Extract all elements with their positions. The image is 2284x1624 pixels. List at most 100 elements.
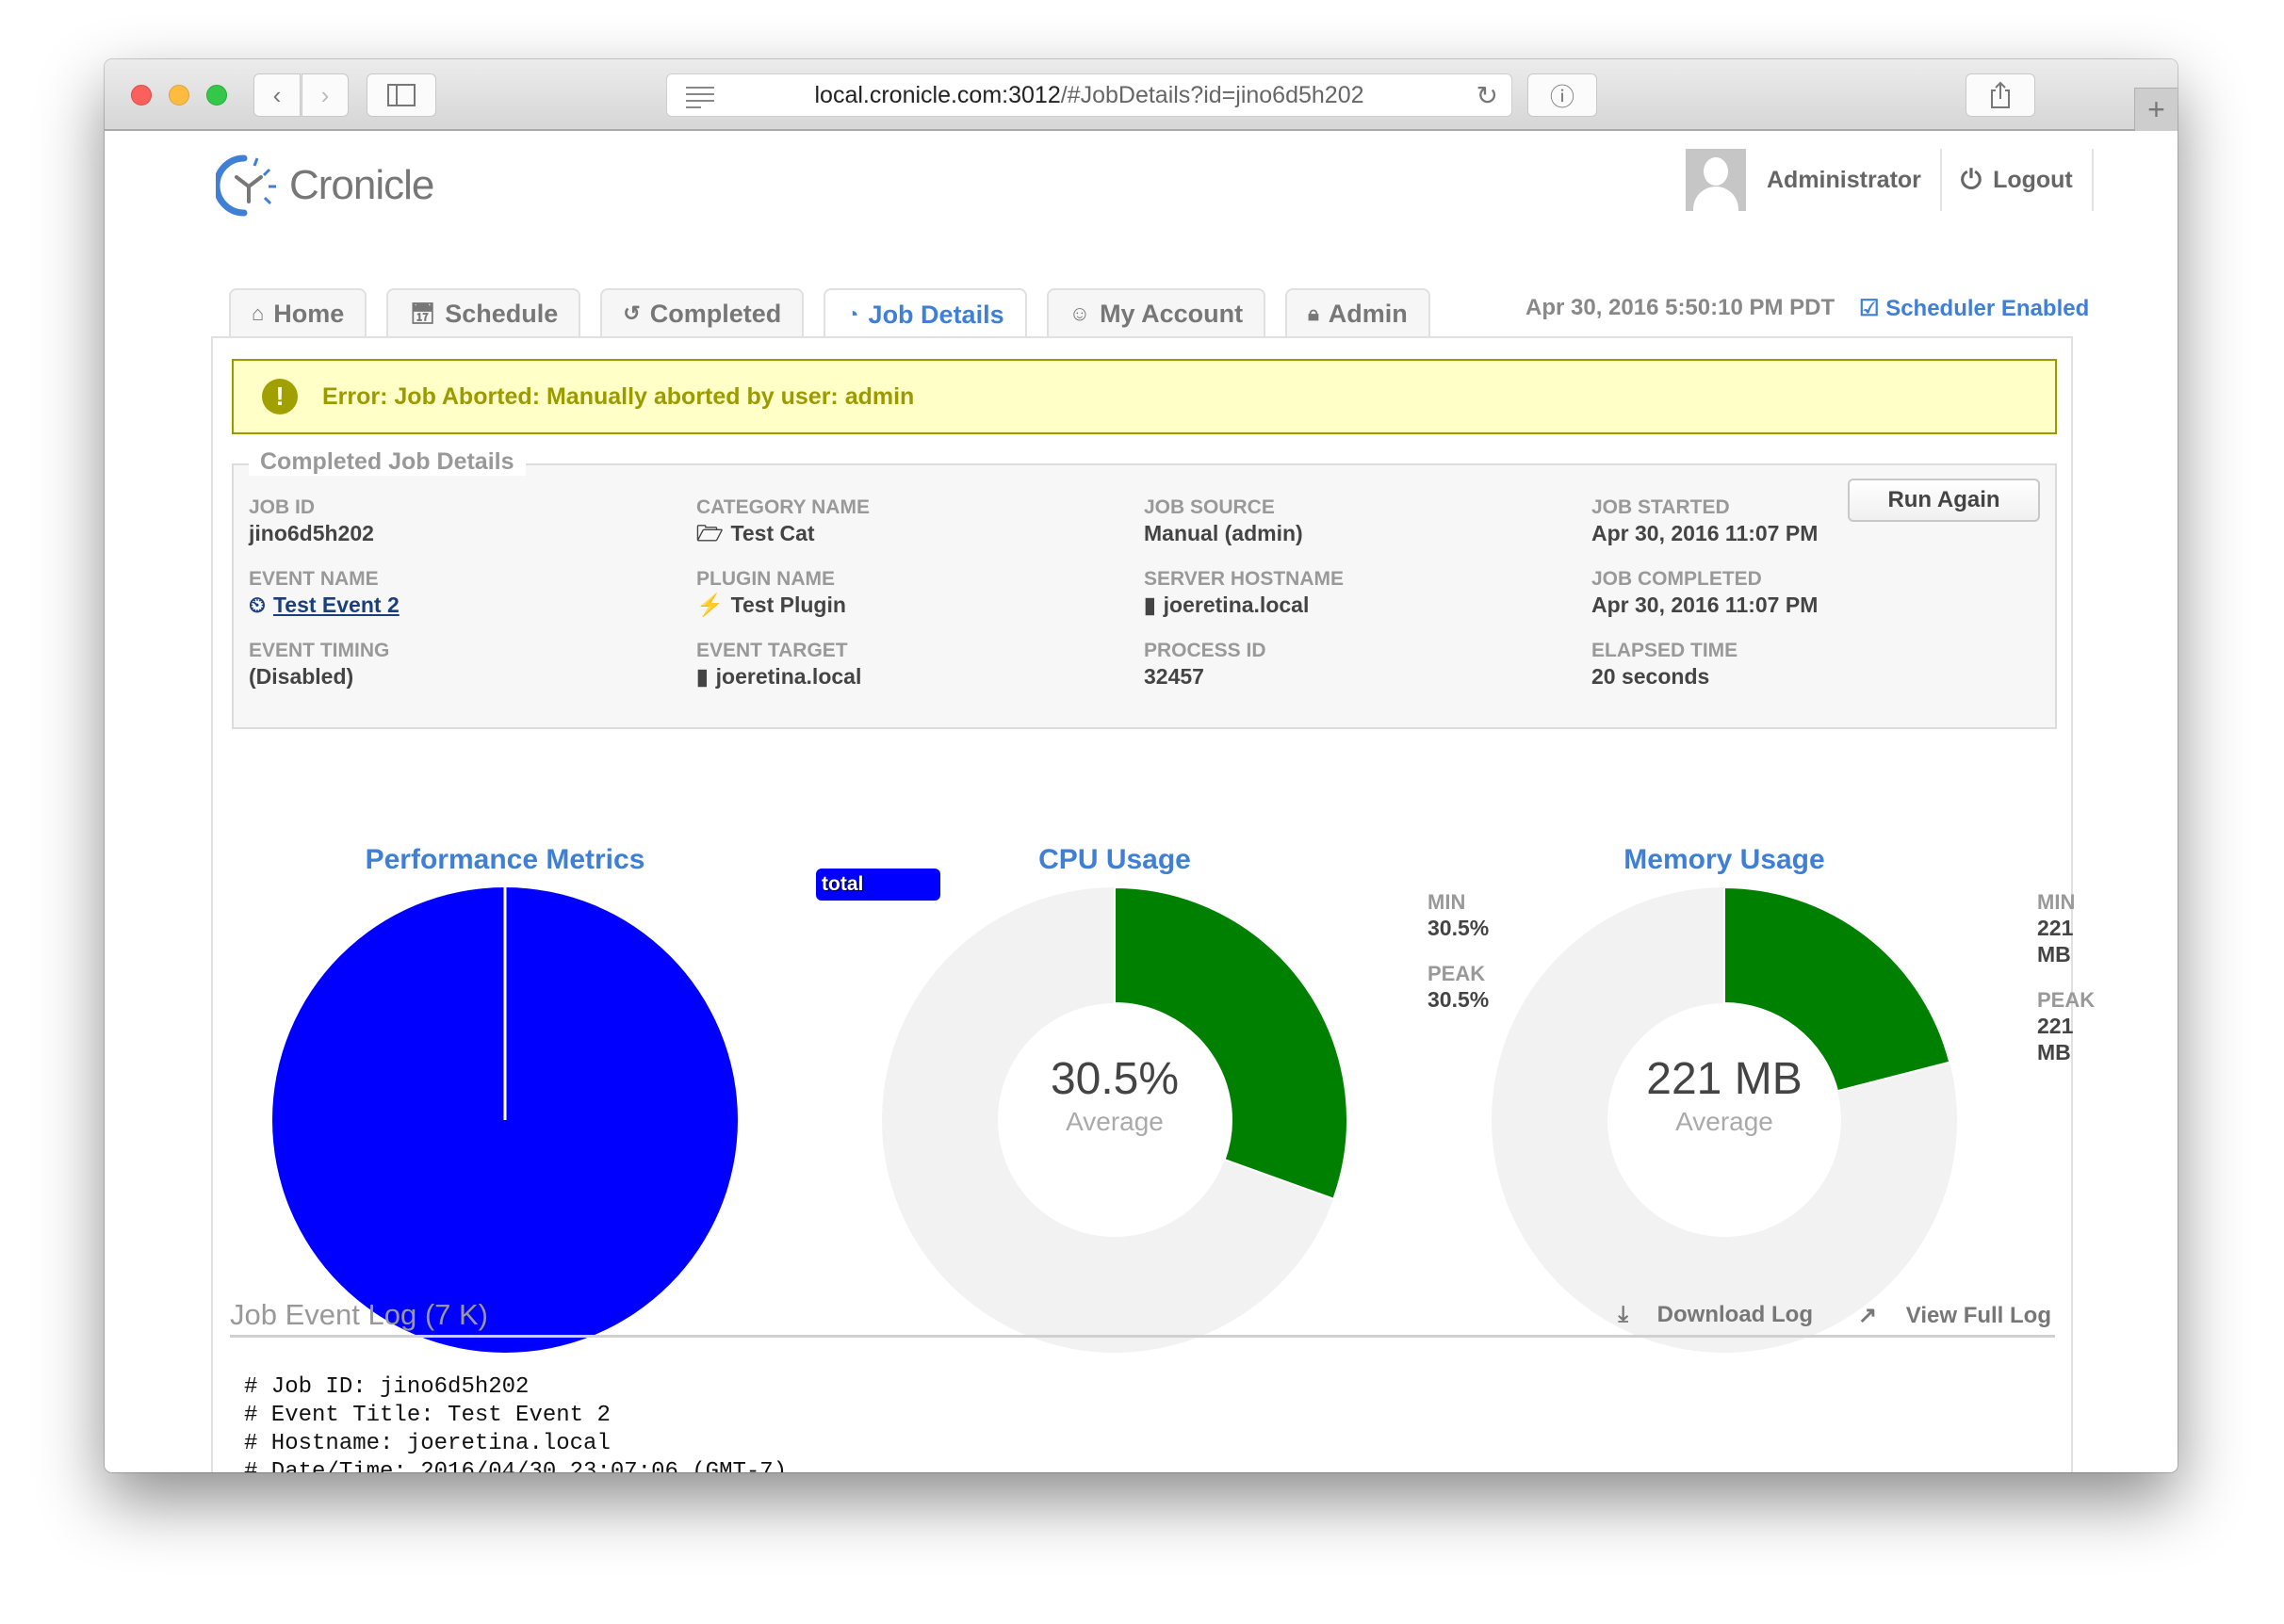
completed-job-details: Completed Job Details Job ID jino6d5h202 E… xyxy=(232,448,2057,729)
calendar-icon: 📅︎ xyxy=(409,301,436,325)
download-icon: ⤓ xyxy=(1618,1302,1635,1327)
detail-item: Elapsed Time 20 seconds xyxy=(1591,639,2025,710)
log-title: Job Event Log (7 K) xyxy=(230,1298,488,1331)
detail-value-text: joeretina.local xyxy=(1163,593,1310,617)
tab-label: Schedule xyxy=(445,299,559,328)
error-message: Error: Job Aborted: Manually aborted by … xyxy=(322,382,915,410)
detail-value: jino6d5h202 xyxy=(249,520,682,546)
tab-label: My Account xyxy=(1100,299,1244,328)
scheduler-toggle[interactable]: ☑ Scheduler Enabled xyxy=(1859,295,2089,322)
user-icon: ☺ xyxy=(1069,301,1091,325)
memory-average-label: Average xyxy=(1675,1107,1773,1136)
detail-label: Server Hostname xyxy=(1144,568,1344,590)
sidebar-toggle-button[interactable] xyxy=(367,73,436,117)
logout-label: Logout xyxy=(1993,166,2073,193)
tab-job-details[interactable]: ◔ Job Details xyxy=(824,288,1027,339)
event-name-link[interactable]: Test Event 2 xyxy=(273,593,400,617)
divider xyxy=(1939,149,1942,211)
detail-label: Plugin Name xyxy=(696,568,835,590)
detail-label: Category Name xyxy=(696,496,870,518)
detail-label: Event Timing xyxy=(249,640,390,661)
tab-label: Job Details xyxy=(868,300,1004,329)
back-button[interactable]: ‹ xyxy=(253,73,301,117)
detail-value[interactable]: ⏲ Test Event 2 xyxy=(249,592,682,618)
log-line: # Job ID: jino6d5h202 xyxy=(244,1374,530,1400)
tab-home[interactable]: ⌂ Home xyxy=(229,288,367,337)
close-window-button[interactable] xyxy=(131,85,152,106)
cpu-peak-value: 30.5% xyxy=(1428,987,1490,1012)
detail-item: Event Name ⏲ Test Event 2 xyxy=(249,567,682,639)
cpu-average-value: 30.5% xyxy=(1050,1054,1180,1104)
exclamation-icon: ! xyxy=(262,379,298,414)
log-line: # Event Title: Test Event 2 xyxy=(244,1403,611,1428)
divider xyxy=(2091,149,2094,211)
address-bar[interactable]: local.cronicle.com:3012/#JobDetails?id=j… xyxy=(666,73,1512,117)
detail-value-text: Test Plugin xyxy=(730,593,846,617)
url-text[interactable]: local.cronicle.com:3012/#JobDetails?id=j… xyxy=(667,74,1511,116)
page: Cronicle Administrator ⏻ Logout ⌂ Home 📅︎… xyxy=(105,132,2178,1472)
server-icon: ▮ xyxy=(696,664,709,689)
download-log-label: Download Log xyxy=(1656,1302,1813,1327)
cpu-center: 30.5% Average xyxy=(973,1054,1256,1139)
detail-value: ▮ joeretina.local xyxy=(696,663,1130,690)
log-header: Job Event Log (7 K) ⤓ Download Log ↗ Vie… xyxy=(230,1298,2055,1338)
detail-column: Job ID jino6d5h202 Event Name ⏲ Test Event 2… xyxy=(249,495,682,710)
detail-value-text: Apr 30, 2016 11:07 PM xyxy=(1591,593,1819,617)
detail-value-text: 20 seconds xyxy=(1591,664,1710,689)
download-log-link[interactable]: ⤓ Download Log xyxy=(1595,1302,1813,1329)
plus-icon: + xyxy=(2147,92,2165,126)
user-name[interactable]: Administrator xyxy=(1767,167,1921,194)
detail-value-text: Test Cat xyxy=(730,521,815,545)
chevron-right-icon: › xyxy=(320,80,330,109)
detail-label: Event Name xyxy=(249,568,379,590)
detail-item: Server Hostname ▮ joeretina.local xyxy=(1144,567,1577,639)
tab-label: Admin xyxy=(1328,299,1408,328)
details-legend: Completed Job Details xyxy=(249,448,526,476)
detail-value-text: Apr 30, 2016 11:07 PM xyxy=(1591,521,1819,545)
detail-value: Apr 30, 2016 11:07 PM xyxy=(1591,520,2025,546)
logo[interactable]: Cronicle xyxy=(216,153,434,219)
detail-item: Job Source Manual (admin) xyxy=(1144,495,1577,567)
log-content: # Job ID: jino6d5h202 # Event Title: Test… xyxy=(244,1373,1411,1472)
detail-value: Manual (admin) xyxy=(1144,520,1577,546)
tab-completed[interactable]: ↺ Completed xyxy=(600,288,805,337)
cpu-gauge-fill[interactable] xyxy=(1114,885,1348,1200)
detail-item: Plugin Name ⚡ Test Plugin xyxy=(696,567,1130,639)
tab-schedule[interactable]: 📅︎ Schedule xyxy=(386,288,581,337)
external-link-icon: ↗ xyxy=(1857,1303,1884,1328)
plug-icon: ⚡ xyxy=(696,593,724,617)
logout-button[interactable]: ⏻ Logout xyxy=(1961,165,2073,196)
log-line: # Date/Time: 2016/04/30 23:07:06 (GMT-7) xyxy=(244,1459,788,1472)
app-name: Cronicle xyxy=(289,162,434,208)
chevron-left-icon: ‹ xyxy=(272,80,282,109)
forward-button[interactable]: › xyxy=(302,73,349,117)
info-button[interactable]: ⓘ xyxy=(1527,73,1597,117)
avatar[interactable] xyxy=(1686,149,1746,211)
memory-average-value: 221 MB xyxy=(1646,1054,1803,1104)
scheduler-label: Scheduler Enabled xyxy=(1885,296,2090,321)
detail-label: Elapsed Time xyxy=(1591,640,1738,661)
run-again-button[interactable]: Run Again xyxy=(1848,479,2040,522)
detail-label: Process ID xyxy=(1144,640,1266,661)
cpu-average-label: Average xyxy=(1066,1107,1164,1136)
zoom-window-button[interactable] xyxy=(206,85,227,106)
detail-value: ⚡ Test Plugin xyxy=(696,592,1130,618)
tab-my-account[interactable]: ☺ My Account xyxy=(1046,288,1266,337)
memory-center: 221 MB Average xyxy=(1583,1054,1866,1139)
new-tab-button[interactable]: + xyxy=(2134,88,2178,131)
detail-value: 🗁︎ Test Cat xyxy=(696,520,1130,546)
detail-label: Event Target xyxy=(696,640,848,661)
detail-value-text: jino6d5h202 xyxy=(249,521,374,545)
share-icon xyxy=(1991,81,2010,108)
tab-admin[interactable]: 🔒︎ Admin xyxy=(1285,288,1430,337)
history-icon: ↺ xyxy=(623,301,641,325)
server-icon: ▮ xyxy=(1144,593,1156,617)
view-full-log-link[interactable]: ↗ View Full Log xyxy=(1835,1302,2051,1329)
detail-column: Job Started Apr 30, 2016 11:07 PM Job Comp… xyxy=(1591,495,2025,710)
detail-value: ▮ joeretina.local xyxy=(1144,592,1577,618)
tab-label: Completed xyxy=(649,299,782,328)
reload-icon[interactable]: ↻ xyxy=(1476,80,1498,111)
minimize-window-button[interactable] xyxy=(169,85,189,106)
share-button[interactable] xyxy=(1966,73,2035,117)
detail-label: Job ID xyxy=(249,496,316,518)
